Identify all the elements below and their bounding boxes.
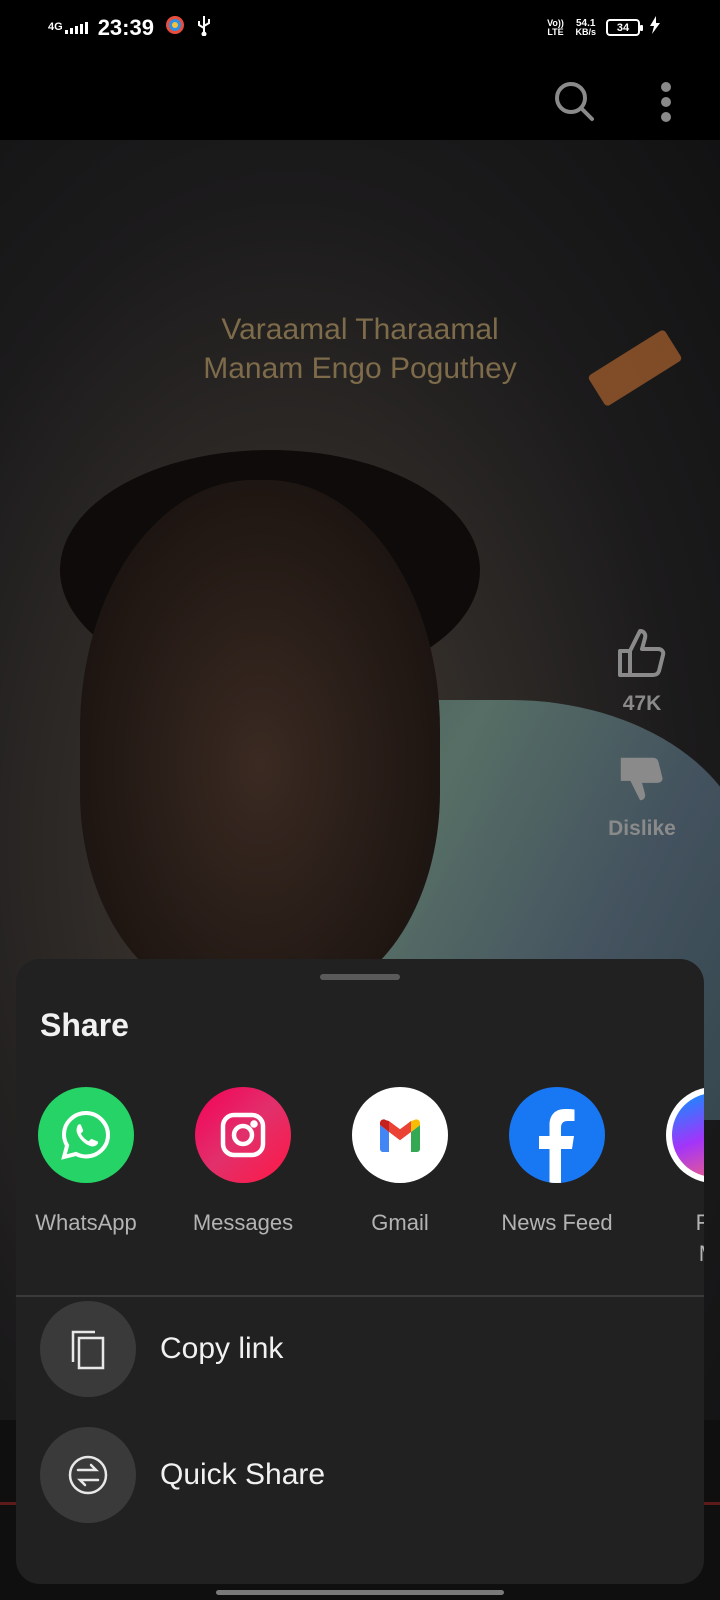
facebook-icon (509, 1087, 605, 1183)
gmail-icon (352, 1087, 448, 1183)
quick-share-label: Quick Share (160, 1458, 326, 1491)
share-app-messenger[interactable]: Fac Me (639, 1087, 704, 1269)
charging-icon (650, 16, 660, 39)
messenger-icon (666, 1087, 704, 1183)
usb-icon (196, 14, 212, 41)
app-notification-icon (164, 14, 186, 41)
share-app-gmail[interactable]: Gmail (325, 1087, 475, 1238)
share-app-label: Fac Me (695, 1210, 704, 1266)
battery-icon: 34 (606, 19, 643, 36)
top-app-bar (0, 56, 720, 140)
copy-icon (40, 1301, 136, 1397)
status-bar: 4G 23:39 Vo)) LTE 54.1 KB/s 34 (0, 0, 720, 56)
battery-level: 34 (616, 21, 630, 34)
lyrics-line-2: Manam Engo Poguthey (203, 352, 517, 385)
like-count: 47K (622, 692, 662, 715)
shorts-side-actions: 47K Dislike (600, 625, 684, 865)
thumbs-up-icon (614, 625, 670, 686)
more-options-icon[interactable] (660, 82, 672, 127)
copy-link-label: Copy link (160, 1332, 284, 1365)
search-icon[interactable] (553, 80, 595, 127)
speed-unit: KB/s (575, 26, 596, 37)
signal-icon (64, 21, 88, 34)
copy-link-button[interactable]: Copy link (40, 1301, 680, 1397)
share-sheet: Share WhatsApp Messages Gmail News Feed (16, 959, 704, 1584)
lyrics-line-1: Varaamal Tharaamal (221, 313, 499, 346)
share-app-whatsapp[interactable]: WhatsApp (16, 1087, 161, 1238)
share-title: Share (40, 1007, 129, 1043)
thumbs-down-icon (615, 752, 669, 811)
share-app-label: WhatsApp (35, 1210, 137, 1235)
like-button[interactable]: 47K (600, 625, 684, 716)
dislike-label: Dislike (608, 817, 676, 840)
share-app-facebook[interactable]: News Feed (482, 1087, 632, 1238)
status-time: 23:39 (97, 14, 154, 40)
share-divider (16, 1295, 704, 1297)
quick-share-icon (40, 1427, 136, 1523)
network-type: 4G (48, 21, 63, 33)
dislike-button[interactable]: Dislike (600, 752, 684, 841)
video-lyrics-overlay: Varaamal Tharaamal Manam Engo Poguthey (0, 310, 720, 388)
whatsapp-icon (38, 1087, 134, 1183)
share-apps-row: WhatsApp Messages Gmail News Feed Fac Me (16, 1087, 704, 1266)
quick-share-button[interactable]: Quick Share (40, 1427, 680, 1523)
instagram-icon (195, 1087, 291, 1183)
gesture-navigation-bar[interactable] (216, 1590, 504, 1595)
volte-indicator: Vo)) LTE (547, 17, 564, 37)
drag-handle[interactable] (320, 974, 400, 980)
share-app-label: News Feed (501, 1210, 613, 1235)
share-app-label: Messages (192, 1210, 294, 1235)
network-speed: 54.1 KB/s (575, 18, 596, 37)
share-app-instagram[interactable]: Messages (168, 1087, 318, 1238)
share-app-label: Gmail (371, 1210, 429, 1235)
video-person-face (80, 480, 440, 1000)
